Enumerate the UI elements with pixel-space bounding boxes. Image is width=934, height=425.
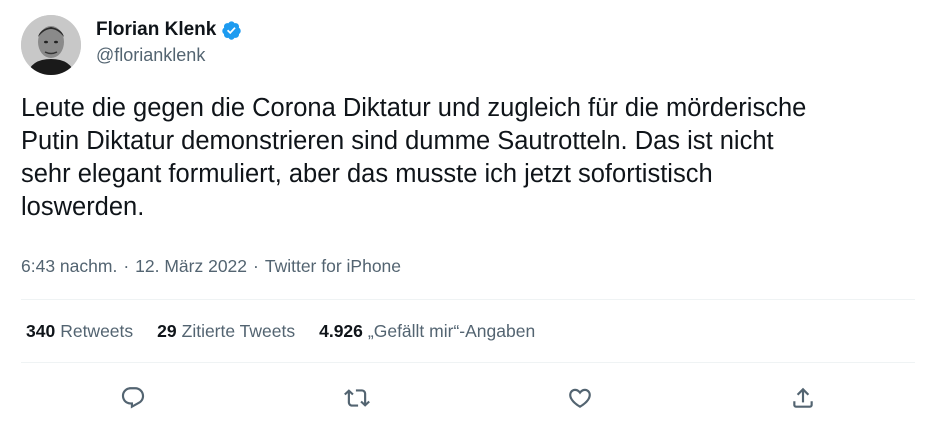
engagement-stats: 340 Retweets 29 Zitierte Tweets 4.926 „G… xyxy=(26,321,559,342)
retweet-icon xyxy=(344,389,370,407)
tweet-text-line: Leute die gegen die Corona Diktatur und … xyxy=(21,94,807,122)
action-bar xyxy=(0,380,934,416)
likes-count: 4.926 xyxy=(319,321,363,341)
divider xyxy=(21,299,915,300)
tweet-source[interactable]: Twitter for iPhone xyxy=(265,256,401,277)
avatar[interactable] xyxy=(21,15,81,75)
tweet-metadata: 6:43 nachm. · 12. März 2022 · Twitter fo… xyxy=(21,256,401,277)
tweet-text-line: loswerden. xyxy=(21,193,145,221)
heart-icon xyxy=(569,388,591,408)
tweet-time[interactable]: 6:43 nachm. xyxy=(21,256,117,277)
tweet-text-line: Putin Diktatur demonstrieren sind dumme … xyxy=(21,127,774,155)
display-name[interactable]: Florian Klenk xyxy=(96,19,216,41)
tweet-date[interactable]: 12. März 2022 xyxy=(135,256,247,277)
like-button[interactable] xyxy=(562,380,598,416)
likes-label: „Gefällt mir“-Angaben xyxy=(367,321,536,341)
share-button[interactable] xyxy=(785,380,821,416)
quotes-count: 29 xyxy=(157,321,177,341)
author-handle[interactable]: @florianklenk xyxy=(96,45,205,66)
likes-stat[interactable]: 4.926 „Gefällt mir“-Angaben xyxy=(319,321,535,342)
meta-separator: · xyxy=(123,256,130,276)
tweet-text: Leute die gegen die Corona Diktatur und … xyxy=(21,92,921,224)
reply-button[interactable] xyxy=(115,380,151,416)
meta-separator: · xyxy=(253,256,259,276)
verified-badge-icon xyxy=(222,20,242,40)
author-name-row[interactable]: Florian Klenk xyxy=(96,19,242,41)
quotes-stat[interactable]: 29 Zitierte Tweets xyxy=(157,321,295,342)
retweets-stat[interactable]: 340 Retweets xyxy=(26,321,133,342)
avatar-photo xyxy=(21,15,81,75)
divider xyxy=(21,362,915,363)
share-icon xyxy=(793,387,813,408)
reply-icon xyxy=(121,387,145,409)
retweet-button[interactable] xyxy=(339,380,375,416)
tweet-text-line: sehr elegant formuliert, aber das musste… xyxy=(21,160,713,188)
retweets-count: 340 xyxy=(26,321,56,341)
quotes-label: Zitierte Tweets xyxy=(181,321,296,341)
tweet-card: Florian Klenk @florianklenk Leute die ge… xyxy=(0,0,934,425)
retweets-label: Retweets xyxy=(60,321,134,341)
